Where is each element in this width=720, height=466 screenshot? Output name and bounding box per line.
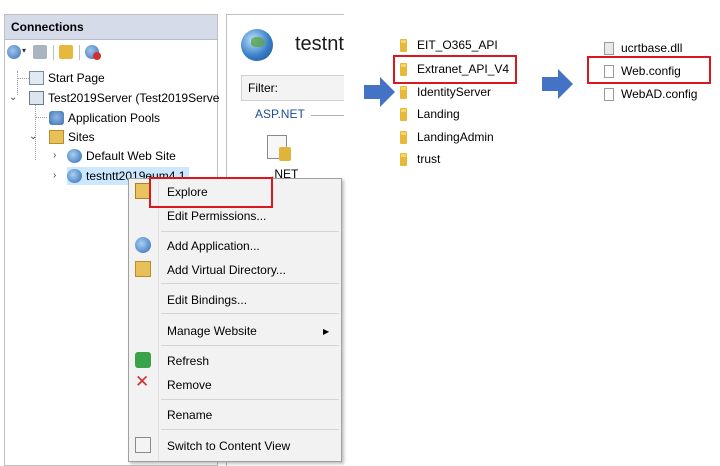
menu-item-add-virtual-directory[interactable]: Add Virtual Directory...	[167, 263, 286, 277]
start-page-icon	[29, 71, 44, 85]
refresh-icon	[135, 352, 151, 368]
tree-item-sites[interactable]: Sites	[49, 128, 95, 146]
menu-separator	[161, 313, 339, 314]
tree-item-application-pools[interactable]: Application Pools	[49, 109, 160, 127]
section-divider	[311, 115, 344, 116]
menu-separator	[161, 429, 339, 430]
sites-folder-icon	[49, 130, 64, 144]
lock-icon	[279, 147, 291, 161]
menu-item-edit-permissions[interactable]: Edit Permissions...	[167, 209, 266, 223]
filter-bar[interactable]: Filter:	[241, 75, 344, 101]
folder-icon	[400, 39, 407, 52]
connections-header: Connections	[5, 15, 217, 40]
menu-item-remove[interactable]: Remove	[167, 378, 212, 392]
folder-item[interactable]: trust	[417, 150, 440, 168]
menu-item-manage-website[interactable]: Manage Website	[167, 324, 257, 338]
folder-icon	[400, 153, 407, 166]
filter-label: Filter:	[248, 81, 278, 95]
chevron-down-icon[interactable]: ⌄	[9, 92, 17, 103]
arrow-right-icon	[542, 69, 573, 99]
connections-toolbar: ▾	[5, 41, 217, 63]
menu-separator	[161, 345, 339, 346]
tree-item-default-web-site[interactable]: Default Web Site	[67, 147, 176, 165]
file-item[interactable]: ucrtbase.dll	[621, 39, 682, 57]
dropdown-arrow-icon[interactable]: ▾	[22, 46, 26, 55]
add-virtual-directory-icon	[135, 261, 151, 277]
file-icon	[604, 88, 614, 101]
globe-land-shape	[251, 37, 265, 47]
chevron-down-icon[interactable]: ⌄	[29, 131, 37, 142]
application-pools-icon	[49, 111, 64, 125]
menu-item-add-application[interactable]: Add Application...	[167, 239, 260, 253]
connections-title: Connections	[11, 20, 84, 34]
chevron-right-icon[interactable]: ›	[53, 170, 56, 181]
tree-item-start-page[interactable]: Start Page	[29, 69, 105, 87]
folder-item[interactable]: IdentityServer	[417, 83, 491, 101]
tree-label: Start Page	[48, 71, 105, 85]
menu-item-switch-to-content-view[interactable]: Switch to Content View	[167, 439, 290, 453]
folder-icon	[400, 86, 407, 99]
arrow-right-icon	[364, 77, 395, 107]
context-menu: Explore Edit Permissions... Add Applicat…	[128, 178, 342, 462]
folder-item[interactable]: EIT_O365_API	[417, 36, 498, 54]
file-highlight-box	[587, 56, 711, 84]
toolbar-divider	[53, 45, 54, 60]
chevron-right-icon[interactable]: ›	[53, 150, 56, 161]
tree-item-server[interactable]: Test2019Server (Test2019Serve	[29, 89, 219, 107]
tree-label: Test2019Server (Test2019Serve	[48, 91, 220, 105]
connect-globe-icon[interactable]	[7, 45, 21, 59]
tree-label: Default Web Site	[86, 149, 176, 163]
submenu-arrow-icon: ▶	[323, 327, 330, 336]
content-view-icon	[135, 437, 151, 453]
server-icon	[29, 91, 44, 105]
globe-icon	[67, 149, 82, 163]
folder-item[interactable]: LandingAdmin	[417, 128, 494, 146]
menu-separator	[161, 283, 339, 284]
page-title: testnt	[295, 33, 344, 55]
folder-highlight-box	[393, 55, 517, 84]
toolbar-divider	[79, 45, 80, 60]
dll-file-icon	[604, 42, 614, 55]
globe-icon	[67, 169, 82, 183]
add-application-icon	[135, 237, 151, 253]
menu-icon-gutter	[129, 179, 159, 461]
menu-item-refresh[interactable]: Refresh	[167, 354, 209, 368]
remove-icon: ✕	[135, 372, 150, 391]
menu-item-edit-bindings[interactable]: Edit Bindings...	[167, 293, 247, 307]
menu-separator	[161, 231, 339, 232]
menu-separator	[161, 399, 339, 400]
tree-label: Sites	[68, 130, 95, 144]
tree-label: Application Pools	[68, 111, 161, 125]
file-item[interactable]: WebAD.config	[621, 85, 697, 103]
save-icon[interactable]	[33, 45, 47, 59]
folder-icon	[400, 108, 407, 121]
explore-highlight-box	[149, 177, 273, 208]
folder-icon	[400, 131, 407, 144]
section-heading: ASP.NET	[255, 107, 305, 121]
up-folder-icon[interactable]	[59, 45, 73, 59]
menu-item-rename[interactable]: Rename	[167, 408, 212, 422]
disconnect-badge-icon	[93, 52, 101, 60]
folder-item[interactable]: Landing	[417, 105, 460, 123]
